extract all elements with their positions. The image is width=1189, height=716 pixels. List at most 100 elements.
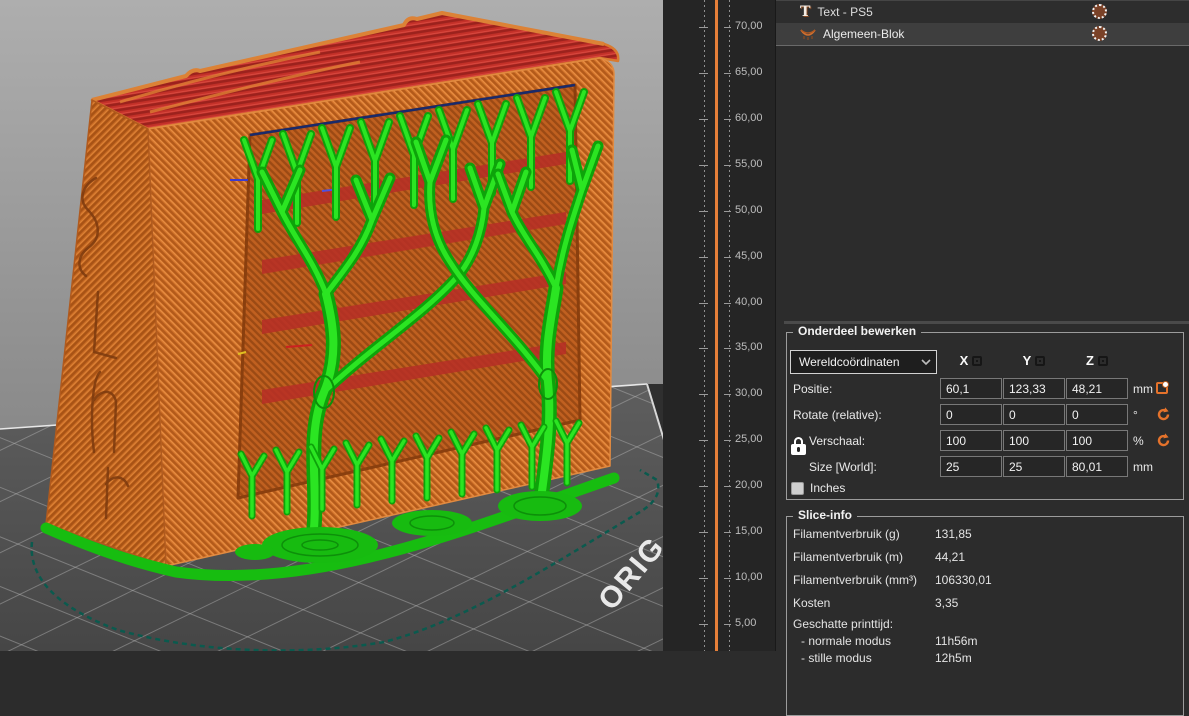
size-y-input[interactable] — [1003, 456, 1065, 477]
ruler-tick-label: 40,00 — [735, 296, 763, 308]
ruler-major-tick — [724, 73, 731, 74]
ruler-major-tick — [724, 27, 731, 28]
ruler-major-tick — [724, 440, 731, 441]
ruler-tick-label: 30,00 — [735, 387, 763, 399]
chevron-down-icon — [921, 358, 931, 366]
object-list-item-text[interactable]: T Text - PS5 — [776, 0, 1189, 23]
ruler-major-tick — [699, 303, 708, 304]
ruler-major-tick — [724, 394, 731, 395]
ruler-tick-label: 5,00 — [735, 617, 756, 629]
z-ruler[interactable]: 70,00 65,00 60,00 55,00 50,00 45,00 40,00 35,00… — [663, 0, 775, 651]
ruler-major-tick — [699, 211, 708, 212]
ruler-tick-label: 15,00 — [735, 525, 763, 537]
ruler-major-tick — [699, 486, 708, 487]
ruler-tick-label: 10,00 — [735, 571, 763, 583]
ruler-major-tick — [699, 348, 708, 349]
ruler-major-tick — [724, 348, 731, 349]
unit-label: mm — [1133, 456, 1153, 478]
rotate-x-input[interactable] — [940, 404, 1002, 425]
slice-info-row: Kosten 3,35 — [787, 592, 1183, 614]
uniform-scale-lock-icon[interactable] — [791, 437, 806, 456]
scale-y-input[interactable] — [1003, 430, 1065, 451]
ruler-tick-label: 20,00 — [735, 479, 763, 491]
ruler-major-tick — [724, 624, 731, 625]
ruler-minor-ticks-left — [704, 0, 705, 651]
rotate-z-input[interactable] — [1066, 404, 1128, 425]
coordinate-system-dropdown[interactable]: Wereldcoördinaten — [790, 350, 937, 374]
inches-checkbox-row[interactable]: Inches — [791, 481, 845, 495]
reset-rotation-icon[interactable] — [1156, 407, 1171, 427]
scale-x-input[interactable] — [940, 430, 1002, 451]
axis-pivot-icon[interactable] — [972, 356, 982, 366]
axis-header-z: Z — [1066, 353, 1128, 368]
ruler-major-tick — [699, 394, 708, 395]
ruler-major-tick — [699, 578, 708, 579]
slice-info-row: Filamentverbruik (g) 131,85 — [787, 523, 1183, 545]
axis-pivot-icon[interactable] — [1098, 356, 1108, 366]
scale-z-input[interactable] — [1066, 430, 1128, 451]
ruler-major-tick — [724, 532, 731, 533]
3d-viewport[interactable]: ORIG — [0, 0, 663, 651]
size-z-input[interactable] — [1066, 456, 1128, 477]
ruler-major-tick — [699, 165, 708, 166]
unit-label: mm — [1133, 378, 1153, 400]
ruler-major-tick — [724, 119, 731, 120]
ruler-tick-label: 45,00 — [735, 250, 763, 262]
row-label: Verschaal: — [809, 430, 865, 452]
ruler-major-tick — [699, 624, 708, 625]
position-z-input[interactable] — [1066, 378, 1128, 399]
ruler-tick-label: 50,00 — [735, 204, 763, 216]
text-object-icon: T — [800, 5, 810, 19]
ruler-major-tick — [699, 27, 708, 28]
position-x-input[interactable] — [940, 378, 1002, 399]
ruler-tick-label: 65,00 — [735, 66, 763, 78]
ruler-major-tick — [699, 440, 708, 441]
row-label: Rotate (relative): — [793, 404, 882, 426]
edit-part-groupbox: Onderdeel bewerken Wereldcoördinaten X Y… — [786, 332, 1184, 500]
position-y-input[interactable] — [1003, 378, 1065, 399]
ruler-major-tick — [724, 211, 731, 212]
axis-pivot-icon[interactable] — [1035, 356, 1045, 366]
slice-info-row: Filamentverbruik (mm³) 106330,01 — [787, 569, 1183, 591]
ruler-major-tick — [724, 165, 731, 166]
inches-label: Inches — [810, 481, 845, 495]
ruler-major-tick — [724, 578, 731, 579]
object-list-item-block[interactable]: Algemeen-Blok — [776, 23, 1189, 46]
mesh-object-icon — [800, 27, 816, 41]
position-row: Positie: mm — [787, 378, 1183, 400]
ruler-tick-label: 70,00 — [735, 20, 763, 32]
groupbox-title: Slice-info — [793, 508, 857, 522]
object-label: Text - PS5 — [817, 5, 872, 19]
size-row: Size [World]: mm — [787, 456, 1183, 478]
ruler-tick-label: 35,00 — [735, 341, 763, 353]
ruler-tick-label: 55,00 — [735, 158, 763, 170]
groupbox-title: Onderdeel bewerken — [793, 324, 921, 338]
row-label: Positie: — [793, 378, 832, 400]
reset-scale-icon[interactable] — [1156, 433, 1171, 453]
axis-header-y: Y — [1003, 353, 1065, 368]
axis-header-x: X — [940, 353, 1002, 368]
inches-checkbox[interactable] — [791, 482, 804, 495]
scale-row: Verschaal: % — [787, 430, 1183, 452]
slice-info-row: Filamentverbruik (m) 44,21 — [787, 546, 1183, 568]
ruler-major-tick — [724, 303, 731, 304]
ruler-major-tick — [699, 119, 708, 120]
dropdown-value: Wereldcoördinaten — [791, 351, 936, 373]
object-label: Algemeen-Blok — [823, 27, 904, 41]
ruler-major-tick — [699, 532, 708, 533]
rotate-y-input[interactable] — [1003, 404, 1065, 425]
layer-range-indicator[interactable] — [715, 0, 718, 651]
print-time-row: - stille modus 12h5m — [787, 647, 1183, 669]
size-x-input[interactable] — [940, 456, 1002, 477]
object-settings-gear-icon[interactable] — [1092, 26, 1107, 41]
right-panel: T Text - PS5 Algemeen-Blok Onderdeel bew… — [775, 0, 1189, 651]
object-settings-gear-icon[interactable] — [1092, 4, 1107, 19]
unit-label: % — [1133, 430, 1144, 452]
scene-canvas: ORIG — [0, 0, 663, 651]
rotate-row: Rotate (relative): ° — [787, 404, 1183, 426]
place-on-bed-icon[interactable] — [1156, 381, 1168, 399]
ruler-tick-label: 60,00 — [735, 112, 763, 124]
ruler-major-tick — [699, 257, 708, 258]
ruler-major-tick — [699, 73, 708, 74]
ruler-minor-ticks-right — [729, 0, 730, 651]
